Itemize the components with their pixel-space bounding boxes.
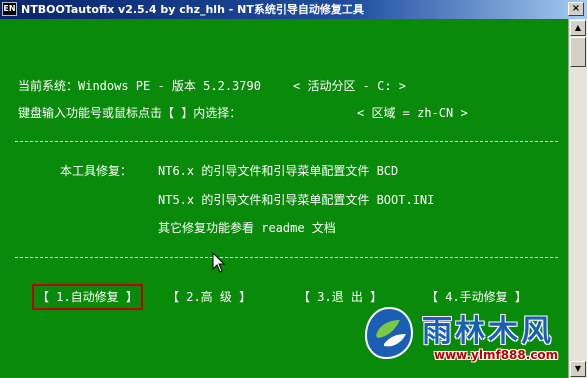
repair-item-other: 其它修复功能参看 readme 文档 [158, 221, 336, 235]
repair-item-nt5: NT5.x 的引导文件和引导菜单配置文件 BOOT.INI [158, 193, 435, 207]
active-partition-label: < 活动分区 - C: > [293, 79, 407, 93]
menu-auto-repair-button[interactable]: 【 1.自动修复 】 [32, 284, 143, 310]
scroll-thumb[interactable] [570, 37, 586, 67]
input-prompt: 键盘输入功能号或鼠标点击【 】内选择： [18, 106, 242, 120]
scroll-up-button[interactable]: ▲ [570, 20, 586, 36]
close-button[interactable]: × [568, 2, 584, 16]
separator-top [15, 141, 558, 142]
console-app-icon[interactable]: EN [2, 2, 17, 16]
title-bar[interactable]: EN NTBOOTautofix v2.5.4 by chz_hlh - NT系… [0, 0, 587, 19]
separator-bottom [15, 257, 558, 258]
console-window: EN NTBOOTautofix v2.5.4 by chz_hlh - NT系… [0, 0, 587, 378]
ylmf-logo-icon [364, 306, 414, 360]
repair-item-nt6: NT6.x 的引导文件和引导菜单配置文件 BCD [158, 164, 399, 178]
current-system-label: 当前系统：Windows PE - 版本 5.2.3790 [18, 79, 261, 93]
watermark-brand: 雨林木风 [422, 314, 554, 349]
locale-label: < 区域 = zh-CN > [357, 106, 468, 120]
repair-heading: 本工具修复： [60, 164, 133, 178]
watermark: 雨林木风 www.ylmf888.com [362, 300, 582, 372]
watermark-url: www.ylmf888.com [434, 348, 559, 362]
menu-advanced-button[interactable]: 【 2.高 级 】 [167, 289, 251, 305]
mouse-cursor-icon [212, 252, 226, 273]
window-title: NTBOOTautofix v2.5.4 by chz_hlh - NT系统引导… [21, 3, 364, 16]
